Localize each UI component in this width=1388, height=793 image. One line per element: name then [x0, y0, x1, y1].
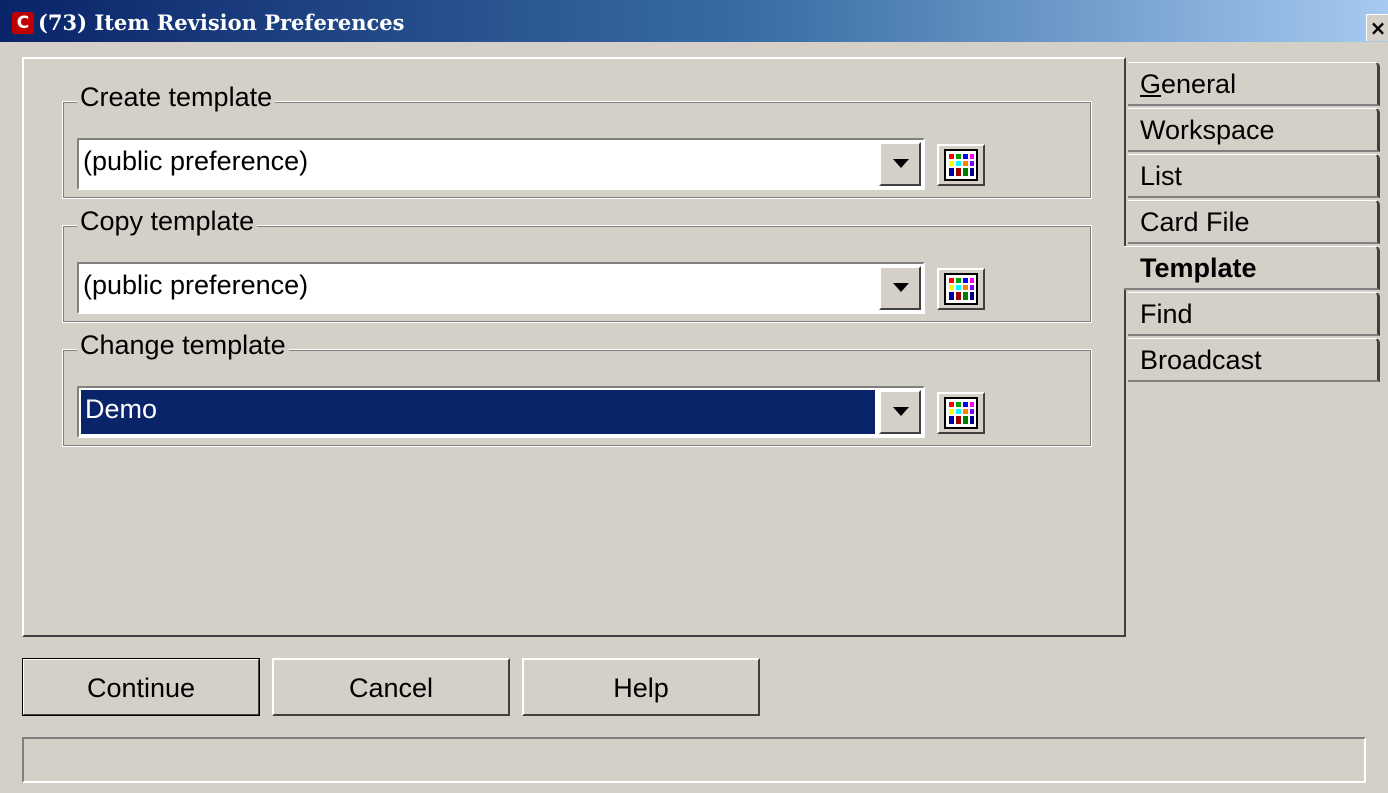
change-template-dropdown-button[interactable] — [879, 390, 921, 434]
continue-button[interactable]: Continue — [22, 658, 260, 716]
change-template-picker-button[interactable] — [937, 392, 985, 434]
selection-highlight — [81, 390, 875, 434]
create-template-dropdown-button[interactable] — [879, 142, 921, 186]
change-template-label: Change template — [77, 330, 289, 361]
window-title: (73) Item Revision Preferences — [38, 10, 405, 35]
tab-broadcast[interactable]: Broadcast — [1128, 338, 1380, 382]
change-template-group: Change template Demo — [62, 330, 1092, 447]
palette-icon — [944, 273, 978, 305]
copy-template-combo[interactable]: (public preference) — [77, 262, 925, 314]
palette-icon — [944, 397, 978, 429]
tab-general-label: eneral — [1161, 69, 1237, 99]
tab-workspace[interactable]: Workspace — [1128, 108, 1380, 152]
create-template-combo[interactable]: (public preference) — [77, 138, 925, 190]
status-bar — [22, 737, 1366, 783]
create-template-label: Create template — [77, 82, 276, 113]
chevron-down-icon — [893, 283, 909, 292]
copy-template-group: Copy template (public preference) — [62, 206, 1092, 323]
chevron-down-icon — [893, 159, 909, 168]
copy-template-dropdown-button[interactable] — [879, 266, 921, 310]
cancel-button[interactable]: Cancel — [272, 658, 510, 716]
copy-template-value: (public preference) — [83, 270, 309, 300]
tab-general[interactable]: General — [1128, 62, 1380, 106]
copy-template-picker-button[interactable] — [937, 268, 985, 310]
help-button[interactable]: Help — [522, 658, 760, 716]
create-template-value: (public preference) — [83, 146, 309, 176]
tab-general-mnemonic: G — [1140, 69, 1162, 99]
title-bar: C (73) Item Revision Preferences × — [0, 0, 1388, 42]
tab-template[interactable]: Template — [1124, 246, 1380, 290]
tab-find[interactable]: Find — [1128, 292, 1380, 336]
tab-list[interactable]: List — [1128, 154, 1380, 198]
palette-icon — [944, 149, 978, 181]
template-panel: Create template (public preference) Copy… — [22, 57, 1126, 637]
tab-strip: General Workspace List Card File Templat… — [1124, 62, 1380, 384]
create-template-picker-button[interactable] — [937, 144, 985, 186]
tab-card-file[interactable]: Card File — [1128, 200, 1380, 244]
create-template-group: Create template (public preference) — [62, 82, 1092, 199]
copy-template-label: Copy template — [77, 206, 258, 237]
close-button[interactable]: × — [1366, 14, 1388, 41]
chevron-down-icon — [893, 407, 909, 416]
app-logo-icon[interactable]: C — [12, 12, 34, 34]
change-template-value: Demo — [85, 394, 158, 424]
change-template-combo[interactable]: Demo — [77, 386, 925, 438]
